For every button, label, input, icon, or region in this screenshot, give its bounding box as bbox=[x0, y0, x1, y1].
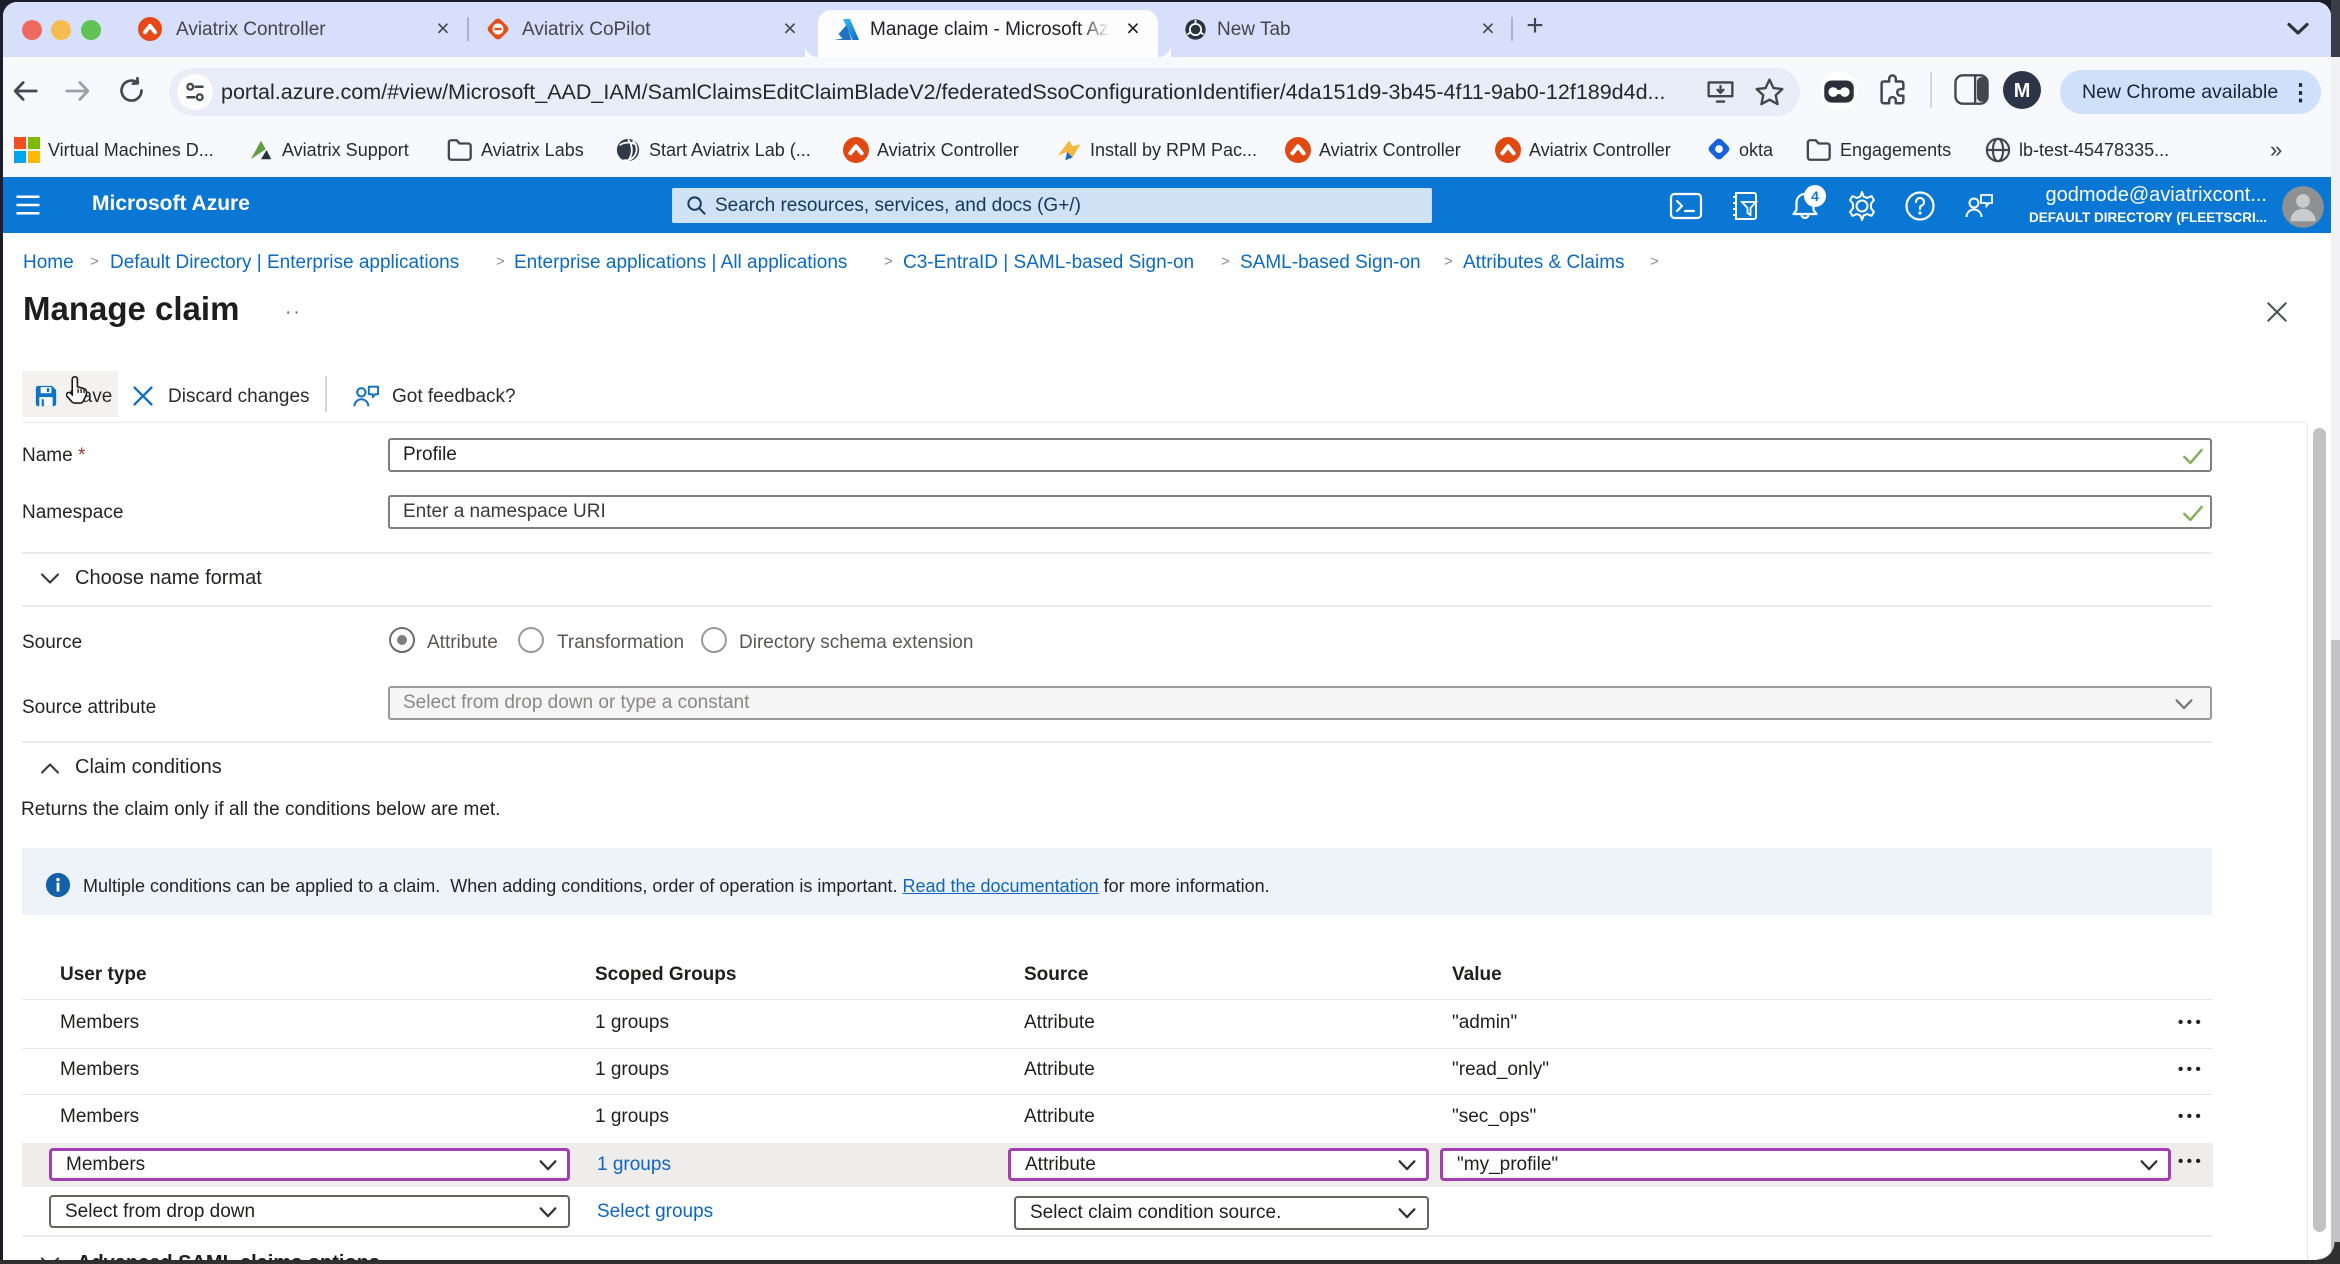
svg-text:M: M bbox=[2014, 80, 2031, 102]
